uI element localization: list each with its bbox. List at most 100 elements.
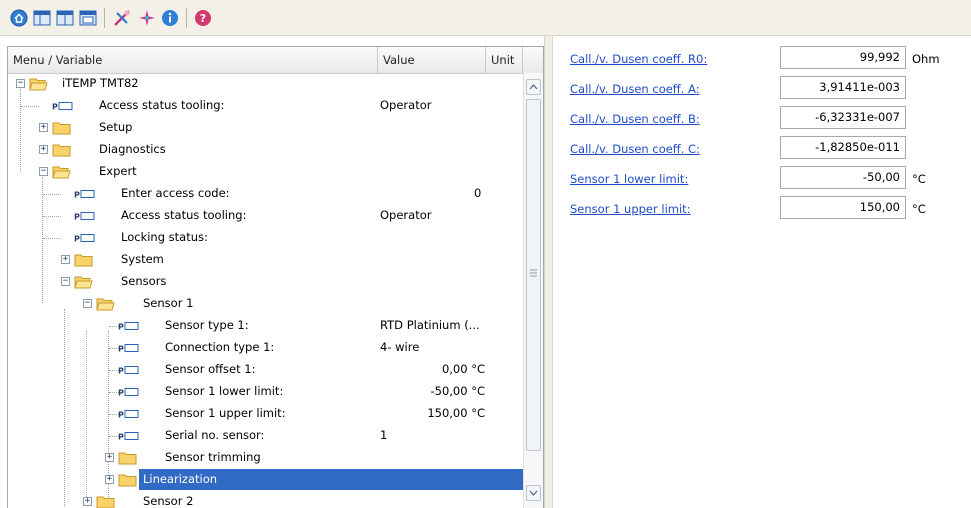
tree-header: Menu / Variable Value Unit xyxy=(8,47,543,74)
tree-node-sensor-trimming[interactable]: + Sensor trimming xyxy=(8,447,523,469)
svg-text:P: P xyxy=(118,411,124,420)
tree-node-sensors[interactable]: − Sensors xyxy=(8,271,523,293)
tree-param-label: Access status tooling: xyxy=(99,98,225,112)
tree-param-value: Operator xyxy=(380,208,432,222)
toolbar: ? xyxy=(0,0,971,36)
parameter-icon: P xyxy=(74,190,95,200)
tree-node-setup[interactable]: + Setup xyxy=(8,117,523,139)
param-value-field[interactable]: -50,00 xyxy=(780,166,906,189)
expand-icon[interactable]: + xyxy=(61,255,70,264)
parameter-icon: P xyxy=(74,234,95,244)
tree-param-value: 0 xyxy=(474,186,482,200)
param-link[interactable]: Call./v. Dusen coeff. A: xyxy=(570,82,700,96)
tree-param-row[interactable]: P Access status tooling: Operator xyxy=(8,205,523,227)
param-value-field[interactable]: 99,992 xyxy=(780,46,906,69)
tree-node-diagnostics[interactable]: + Diagnostics xyxy=(8,139,523,161)
expand-icon[interactable]: + xyxy=(83,497,92,506)
tree-param-row[interactable]: P Serial no. sensor: 1 xyxy=(8,425,523,447)
tree-param-row[interactable]: P Sensor 1 lower limit: -50,00 °C xyxy=(8,381,523,403)
param-row-b: Call./v. Dusen coeff. B: -6,32331e-007 xyxy=(553,104,971,131)
tree-param-value: 4- wire xyxy=(380,340,420,354)
tree-param-label: Enter access code: xyxy=(121,186,230,200)
svg-text:P: P xyxy=(118,367,124,376)
param-value-field[interactable]: 3,91411e-003 xyxy=(780,76,906,99)
tree-param-row[interactable]: P Enter access code: 0 xyxy=(8,183,523,205)
collapse-icon[interactable]: − xyxy=(16,79,25,88)
tree-param-label: Access status tooling: xyxy=(121,208,247,222)
help-icon[interactable]: ? xyxy=(194,9,212,27)
tree-node-label: Sensor trimming xyxy=(165,450,261,464)
scrollbar-thumb[interactable] xyxy=(526,99,541,451)
collapse-icon[interactable]: − xyxy=(83,299,92,308)
svg-text:P: P xyxy=(74,213,80,222)
tree-node-label: Linearization xyxy=(143,472,218,486)
tree-node-label: Setup xyxy=(99,120,133,134)
param-row-upper-limit: Sensor 1 upper limit: 150,00 °C xyxy=(553,194,971,221)
expand-icon[interactable]: + xyxy=(39,123,48,132)
svg-text:P: P xyxy=(74,191,80,200)
param-value-field[interactable]: -1,82850e-011 xyxy=(780,136,906,159)
param-row-a: Call./v. Dusen coeff. A: 3,91411e-003 xyxy=(553,74,971,101)
table-view-icon[interactable] xyxy=(33,9,51,27)
column-header-unit[interactable]: Unit xyxy=(486,47,523,73)
tree-param-value: 150,00 °C xyxy=(427,406,485,420)
scroll-down-button[interactable] xyxy=(526,485,541,501)
expand-icon[interactable]: + xyxy=(105,475,114,484)
folder-icon xyxy=(74,254,93,267)
tree-node-sensor-1[interactable]: − Sensor 1 xyxy=(8,293,523,315)
tree-param-row[interactable]: P Access status tooling: Operator xyxy=(8,95,523,117)
expand-icon[interactable]: + xyxy=(105,453,114,462)
tree-param-value: 0,00 °C xyxy=(441,362,485,376)
param-unit: Ohm xyxy=(912,52,940,66)
tree-node-label: Expert xyxy=(99,164,137,178)
param-value-field[interactable]: -6,32331e-007 xyxy=(780,106,906,129)
tree-param-row[interactable]: P Sensor type 1: RTD Platinium (... xyxy=(8,315,523,337)
param-link[interactable]: Sensor 1 lower limit: xyxy=(570,172,688,186)
svg-text:P: P xyxy=(118,345,124,354)
tree-node-expert[interactable]: − Expert xyxy=(8,161,523,183)
param-link[interactable]: Call./v. Dusen coeff. C: xyxy=(570,142,700,156)
scroll-up-button[interactable] xyxy=(526,79,541,95)
info-icon[interactable] xyxy=(161,9,179,27)
tree-param-label: Locking status: xyxy=(121,230,208,244)
list-view-icon[interactable] xyxy=(79,9,97,27)
tree-param-label: Sensor 1 upper limit: xyxy=(165,406,286,420)
param-unit: °C xyxy=(912,172,926,186)
tree-param-row[interactable]: P Sensor 1 upper limit: 150,00 °C xyxy=(8,403,523,425)
parameter-panel: Call./v. Dusen coeff. R0: 99,992 Ohm Cal… xyxy=(553,36,971,508)
parameter-icon: P xyxy=(74,212,95,222)
tree-param-row[interactable]: P Connection type 1: 4- wire xyxy=(8,337,523,359)
svg-text:P: P xyxy=(74,235,80,244)
toolbar-separator xyxy=(104,8,105,28)
table-view-alt-icon[interactable] xyxy=(56,9,74,27)
tree-node-system[interactable]: + System xyxy=(8,249,523,271)
vertical-scrollbar[interactable] xyxy=(523,73,543,508)
param-link[interactable]: Sensor 1 upper limit: xyxy=(570,202,691,216)
tree-param-row[interactable]: P Sensor offset 1: 0,00 °C xyxy=(8,359,523,381)
tree-param-row[interactable]: P Locking status: xyxy=(8,227,523,249)
tree-param-value: 1 xyxy=(380,428,388,442)
param-link[interactable]: Call./v. Dusen coeff. R0: xyxy=(570,52,707,66)
sparkle-icon[interactable] xyxy=(138,9,156,27)
column-header-value[interactable]: Value xyxy=(378,47,486,73)
folder-icon xyxy=(96,496,115,508)
tree-node-device[interactable]: − iTEMP TMT82 xyxy=(8,73,523,95)
collapse-icon[interactable]: − xyxy=(39,167,48,176)
tree-param-label: Sensor 1 lower limit: xyxy=(165,384,284,398)
column-header-menu[interactable]: Menu / Variable xyxy=(8,47,378,73)
tree-node-label: Sensor 2 xyxy=(143,494,194,508)
tree-param-label: Serial no. sensor: xyxy=(165,428,265,442)
expand-icon[interactable]: + xyxy=(39,145,48,154)
param-unit: °C xyxy=(912,202,926,216)
tree-node-linearization[interactable]: + Linearization xyxy=(8,469,523,491)
connect-tools-icon[interactable] xyxy=(113,9,131,27)
parameter-icon: P xyxy=(118,432,139,441)
panel-splitter[interactable] xyxy=(544,36,553,508)
tree-node-label: Diagnostics xyxy=(99,142,166,156)
folder-icon xyxy=(118,452,137,465)
tree-node-sensor-2[interactable]: + Sensor 2 xyxy=(8,491,523,508)
home-icon[interactable] xyxy=(10,9,28,27)
param-value-field[interactable]: 150,00 xyxy=(780,196,906,219)
param-link[interactable]: Call./v. Dusen coeff. B: xyxy=(570,112,700,126)
collapse-icon[interactable]: − xyxy=(61,277,70,286)
